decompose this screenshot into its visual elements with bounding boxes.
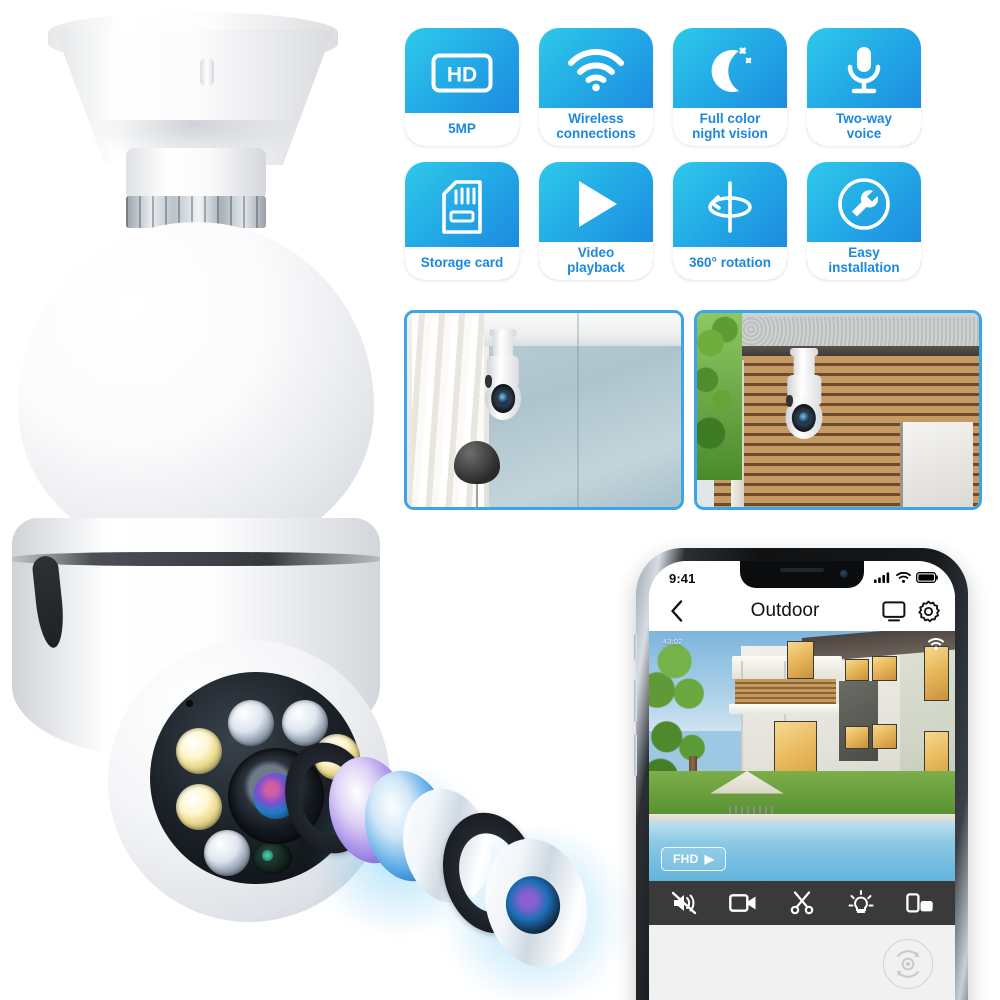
feature-badge-row-2: Storage card Video playback 360° rotatio… (405, 162, 990, 280)
feature-badge-easy-installation[interactable]: Easy installation (807, 162, 921, 280)
minicam-lens (498, 392, 508, 405)
feed-window-1 (786, 641, 815, 679)
feed-window-2 (844, 658, 870, 681)
battery-icon (916, 570, 938, 588)
feed-wifi-icon (928, 637, 944, 655)
feature-badge-label: Two-way voice (807, 108, 921, 146)
feature-badge-label: Video playback (539, 242, 653, 280)
live-camera-feed[interactable]: 43:02 FHD ▶ (649, 631, 955, 881)
status-bar-icons (874, 570, 938, 588)
wifi-icon (539, 28, 653, 108)
scene-photo-outdoor (694, 310, 982, 510)
smartphone-app-mockup: 9:41 Outdoor 43:02 FHD ▶ (634, 548, 968, 1000)
bulb-screw-nub (200, 58, 214, 86)
scene-indoor-art (407, 313, 681, 507)
play-icon (539, 162, 653, 242)
outdoor-garage-door (900, 421, 974, 507)
minicam-face (491, 384, 515, 413)
camera-light-sensor (252, 842, 292, 874)
phone-volume-down-button[interactable] (634, 734, 637, 776)
camera-led-1 (176, 728, 222, 774)
feature-badge-two-way-voice[interactable]: Two-way voice (807, 28, 921, 146)
video-quality-badge[interactable]: FHD ▶ (661, 847, 727, 871)
camera-led-2 (228, 700, 274, 746)
feature-badge-label: Easy installation (807, 242, 921, 280)
svg-text:HD: HD (447, 63, 477, 86)
feature-badge-5mp[interactable]: HD 5MP (405, 28, 519, 146)
feature-badge-night-vision[interactable]: Full color night vision (673, 28, 787, 146)
minicam-face (791, 403, 817, 433)
earpiece-speaker (780, 568, 824, 572)
feature-badge-grid: HD 5MP Wireless connections Full color n… (405, 28, 990, 296)
rotation-icon (673, 162, 787, 247)
chevron-left-icon[interactable] (663, 598, 689, 624)
feature-badge-storage-card[interactable]: Storage card (405, 162, 519, 280)
record-video-icon[interactable] (727, 887, 759, 919)
moon-stars-icon (673, 28, 787, 108)
mounted-camera-outdoor (782, 348, 827, 441)
app-nav-bar: Outdoor (649, 591, 955, 631)
feed-dark-panel (838, 681, 879, 761)
microphone-icon (807, 28, 921, 108)
feed-timestamp: 43:02 (663, 639, 683, 646)
light-bulb-icon[interactable] (845, 887, 877, 919)
page-title: Outdoor (750, 600, 820, 621)
feature-badge-label: 5MP (405, 113, 519, 146)
feed-window-5 (872, 723, 897, 749)
lower-control-pane (649, 925, 955, 1000)
phone-frame: 9:41 Outdoor 43:02 FHD ▶ (634, 548, 968, 1000)
phone-mute-switch[interactable] (634, 634, 637, 660)
camera-led-5 (176, 784, 222, 830)
status-bar-time: 9:41 (669, 571, 696, 586)
camera-housing-lip (12, 552, 380, 566)
screen-rotate-icon[interactable] (904, 887, 936, 919)
front-camera-icon (840, 570, 848, 578)
scene-photo-indoor (404, 310, 684, 510)
sd-card-icon (405, 162, 519, 247)
feature-badge-row-1: HD 5MP Wireless connections Full color n… (405, 28, 990, 146)
signal-bars-icon (874, 570, 891, 588)
wrench-icon (807, 162, 921, 242)
mute-icon[interactable] (668, 887, 700, 919)
feature-badge-wireless[interactable]: Wireless connections (539, 28, 653, 146)
feed-soffit (728, 703, 839, 714)
outdoor-foliage (697, 313, 743, 480)
hd-icon: HD (405, 28, 519, 113)
scissors-icon[interactable] (786, 887, 818, 919)
bulb-body (18, 222, 374, 552)
product-marketing-image: HD 5MP Wireless connections Full color n… (0, 0, 1000, 1000)
wifi-icon (896, 570, 911, 588)
feature-badge-label: Storage card (405, 247, 519, 280)
feature-badge-360-rotation[interactable]: 360° rotation (673, 162, 787, 280)
indoor-lamp-pole (475, 479, 478, 507)
player-toolbar (649, 881, 955, 925)
feed-balcony-railing (734, 678, 836, 704)
feature-badge-label: Full color night vision (673, 108, 787, 146)
phone-screen: 9:41 Outdoor 43:02 FHD ▶ (649, 561, 955, 1000)
minicam-lens (799, 412, 810, 424)
scene-outdoor-art (697, 313, 979, 507)
gear-icon[interactable] (915, 598, 941, 624)
feed-window-4 (844, 726, 870, 749)
feature-badge-label: Wireless connections (539, 108, 653, 146)
feature-badge-label: 360° rotation (673, 247, 787, 280)
camera-led-6 (204, 830, 250, 876)
monitor-icon[interactable] (881, 598, 907, 624)
phone-notch (740, 561, 864, 588)
indoor-floor-lamp (453, 441, 501, 484)
product-camera-illustration (0, 0, 640, 1000)
mounted-camera-indoor (481, 328, 525, 421)
play-triangle-icon: ▶ (704, 852, 715, 866)
phone-volume-up-button[interactable] (634, 680, 637, 722)
outdoor-gravel-wall (719, 316, 979, 348)
video-quality-label: FHD (673, 852, 699, 866)
feed-window-3 (872, 656, 897, 681)
camera-microphone-hole (186, 700, 193, 707)
indoor-wall-corner (576, 313, 579, 507)
ptz-control-icon[interactable] (883, 939, 933, 989)
bulb-collar (126, 148, 266, 200)
feature-badge-video-playback[interactable]: Video playback (539, 162, 653, 280)
